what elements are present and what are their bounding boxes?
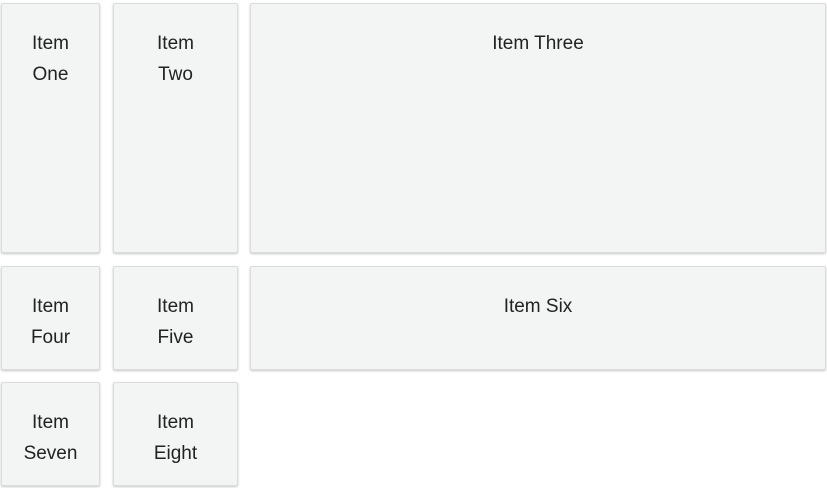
grid-item-seven: Item Seven xyxy=(1,382,100,486)
grid-item-label: Item Five xyxy=(157,296,194,348)
grid-item-label: Item Seven xyxy=(23,412,78,464)
grid-item-label: Item Eight xyxy=(153,412,198,464)
grid-item-label: Item One xyxy=(32,33,69,85)
grid-item-label: Item Two xyxy=(157,33,194,85)
grid-item-three: Item Three xyxy=(250,3,826,253)
grid-item-eight: Item Eight xyxy=(113,382,238,486)
grid-item-two: Item Two xyxy=(113,3,238,253)
grid-layout: Item One Item Two Item Three Item Four I… xyxy=(0,0,827,488)
grid-item-label: Item Six xyxy=(503,296,573,317)
grid-item-label: Item Four xyxy=(30,296,71,348)
grid-item-one: Item One xyxy=(1,3,100,253)
grid-item-four: Item Four xyxy=(1,266,100,370)
grid-item-label: Item Three xyxy=(492,33,584,54)
grid-item-six: Item Six xyxy=(250,266,826,370)
grid-item-five: Item Five xyxy=(113,266,238,370)
